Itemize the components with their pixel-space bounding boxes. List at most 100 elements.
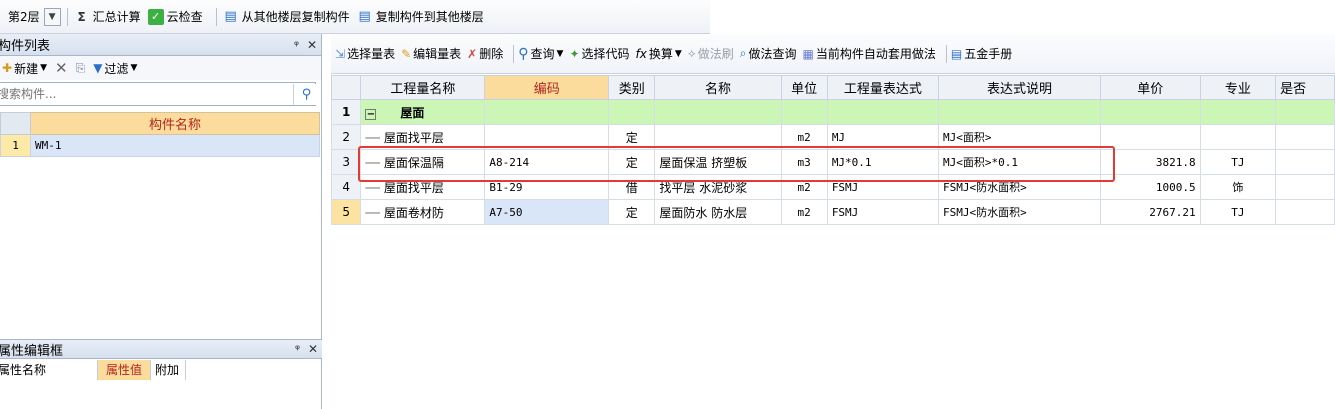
quantity-panel: ⇲ 选择量表 ✎ 编辑量表 ✗ 删除 ⚲ 查询 ▼ ✦ 选择代码 fx 换算 ▼… [330,34,1335,409]
table-row[interactable]: 1 WM-1 [0,134,320,157]
header-expr[interactable]: 工程量表达式 [826,75,939,100]
select-code-button[interactable]: ✦ 选择代码 [569,45,629,62]
unit-cell[interactable]: m2 [780,174,828,200]
major-cell[interactable]: 饰 [1199,174,1277,200]
copy-component-button[interactable]: ⎘ [76,61,86,76]
section-name-cell[interactable]: − 屋面 [360,99,486,125]
new-icon: ✚ [2,61,13,75]
qty-name-cell[interactable]: ── 屋面保温隔 [360,149,486,175]
code-cell[interactable]: A8-214 [484,149,610,175]
code-cell[interactable] [484,124,610,150]
item-name-cell[interactable] [654,124,782,150]
price-cell[interactable]: 2767.21 [1099,199,1201,225]
search-input[interactable] [0,82,316,106]
method-query-button[interactable]: ⌕ 做法查询 [740,45,797,62]
category-cell[interactable]: 定 [608,149,656,175]
summary-calc-button[interactable]: Σ 汇总计算 [74,8,141,25]
qty-name: 屋面卷材防 [383,205,444,220]
item-name-cell[interactable]: 找平层 水泥砂浆 [654,174,782,200]
item-name-cell[interactable]: 屋面防水 防水层 [654,199,782,225]
chevron-down-icon: ▼ [556,48,564,59]
section-row[interactable]: 1 − 屋面 [330,99,1335,125]
header-qty-name[interactable]: 工程量名称 [360,75,486,100]
property-columns: 属性名称 属性值 附加 [0,360,187,380]
edit-table-button[interactable]: ✎ 编辑量表 [401,45,461,62]
search-icon[interactable]: ⚲ [293,84,319,105]
edit-table-label: 编辑量表 [413,47,462,61]
close-icon[interactable]: ✕ [307,38,317,52]
convert-button[interactable]: fx 换算 ▼ [636,45,682,62]
copy-to-floor-button[interactable]: ▤ 复制构件到其他楼层 [357,8,484,25]
header-category[interactable]: 类别 [608,75,656,100]
expr-cell[interactable]: FSMJ [826,199,939,225]
pin-icon[interactable]: ᵠ [294,38,299,52]
collapse-icon[interactable]: − [365,108,377,120]
chevron-down-icon[interactable]: ▼ [43,7,61,26]
method-query-icon: ⌕ [739,46,747,60]
extra-cell[interactable] [1275,124,1335,150]
price-cell[interactable] [1099,124,1201,150]
new-button[interactable]: ✚ 新建 ▼ [2,60,47,77]
row-index: 3 [330,149,362,175]
table-row[interactable]: 5 ── 屋面卷材防 A7-50 定 屋面防水 防水层 m2 FSMJ FSMJ<… [330,199,1335,225]
header-name[interactable]: 名称 [654,75,782,100]
extra-cell[interactable] [1275,174,1335,200]
major-cell[interactable] [1199,124,1277,150]
item-name-cell[interactable]: 屋面保温 挤塑板 [654,149,782,175]
category-cell[interactable]: 借 [608,174,656,200]
cloud-check-icon: ✓ [147,8,164,25]
header-major[interactable]: 专业 [1199,75,1277,100]
book-icon: ▤ [950,46,963,61]
header-price[interactable]: 单价 [1099,75,1201,100]
desc-cell[interactable]: FSMJ<防水面积> [937,199,1101,225]
header-desc[interactable]: 表达式说明 [937,75,1101,100]
unit-cell[interactable]: m2 [780,124,828,150]
extra-cell[interactable] [1275,149,1335,175]
auto-apply-button[interactable]: ▦ 当前构件自动套用做法 [802,45,935,62]
category-cell[interactable]: 定 [608,124,656,150]
desc-cell[interactable]: MJ<面积> [937,124,1101,150]
pin-icon[interactable]: ᵠ [295,342,300,356]
table-row[interactable]: 4 ── 屋面找平层 B1-29 借 找平层 水泥砂浆 m2 FSMJ FSMJ<… [330,174,1335,200]
delete-component-button[interactable]: ✕ [55,59,68,77]
filter-button[interactable]: ▼ 过滤 ▼ [93,60,137,77]
qty-name-cell[interactable]: ── 屋面找平层 [360,124,486,150]
delete-button[interactable]: ✗ 删除 [467,45,503,62]
unit-cell[interactable]: m2 [780,199,828,225]
qty-name-cell[interactable]: ── 屋面找平层 [360,174,486,200]
category-cell[interactable]: 定 [608,199,656,225]
unit-cell[interactable]: m3 [780,149,828,175]
header-extra[interactable]: 是否 [1275,75,1335,100]
new-label: 新建 [14,61,39,76]
method-brush-button[interactable]: ⟡ 做法刷 [688,45,734,62]
toolbar-separator [215,7,217,26]
table-row[interactable]: 2 ── 屋面找平层 定 m2 MJ MJ<面积> [330,124,1335,150]
table-row[interactable]: 3 ── 屋面保温隔 A8-214 定 屋面保温 挤塑板 m3 MJ*0.1 MJ… [330,149,1335,175]
qty-name-cell[interactable]: ── 屋面卷材防 [360,199,486,225]
desc-cell[interactable]: MJ<面积>*0.1 [937,149,1101,175]
select-table-button[interactable]: ⇲ 选择量表 [335,45,395,62]
expr-cell[interactable]: MJ*0.1 [826,149,939,175]
expr-cell[interactable]: MJ [826,124,939,150]
code-cell[interactable]: B1-29 [484,174,610,200]
query-button[interactable]: ⚲ 查询 ▼ [518,45,563,62]
component-name-cell[interactable]: WM-1 [30,134,320,157]
desc-cell[interactable]: FSMJ<防水面积> [937,174,1101,200]
cloud-check-button[interactable]: ✓ 云检查 [147,8,203,25]
floor-selector[interactable]: 第2层 ▼ [6,7,61,27]
header-code[interactable]: 编码 [484,75,610,100]
delete-label: 删除 [479,47,504,61]
header-unit[interactable]: 单位 [780,75,828,100]
manual-button[interactable]: ▤ 五金手册 [951,45,1012,62]
code-cell[interactable]: A7-50 [484,199,610,225]
expr-cell[interactable]: FSMJ [826,174,939,200]
major-cell[interactable]: TJ [1199,199,1277,225]
price-cell[interactable]: 1000.5 [1099,174,1201,200]
extra-cell[interactable] [1275,199,1335,225]
copy-from-floor-button[interactable]: ▤ 从其他楼层复制构件 [223,8,350,25]
price-cell[interactable]: 3821.8 [1099,149,1201,175]
select-code-label: 选择代码 [581,47,630,61]
close-icon[interactable]: ✕ [308,342,318,356]
major-cell[interactable]: TJ [1199,149,1277,175]
toolbar-separator [945,44,947,63]
